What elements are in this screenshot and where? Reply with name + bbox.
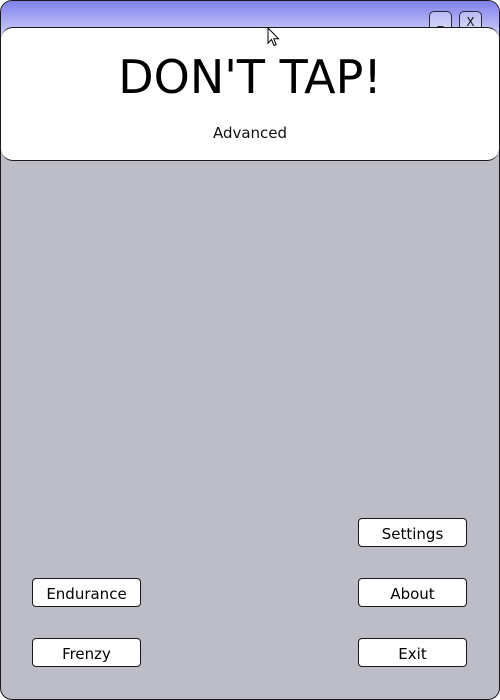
frenzy-button[interactable]: Frenzy — [32, 638, 141, 667]
app-window: _ X DON'T TAP! Advanced Settings Enduran… — [0, 0, 500, 700]
header-panel: DON'T TAP! Advanced — [1, 27, 499, 161]
minimize-label: _ — [437, 13, 444, 27]
about-button[interactable]: About — [358, 578, 467, 607]
settings-button[interactable]: Settings — [358, 518, 467, 547]
mouse-pointer-icon — [267, 27, 280, 47]
game-title: DON'T TAP! — [118, 50, 382, 104]
endurance-button[interactable]: Endurance — [32, 578, 141, 607]
difficulty-label: Advanced — [212, 124, 288, 142]
exit-button[interactable]: Exit — [358, 638, 467, 667]
